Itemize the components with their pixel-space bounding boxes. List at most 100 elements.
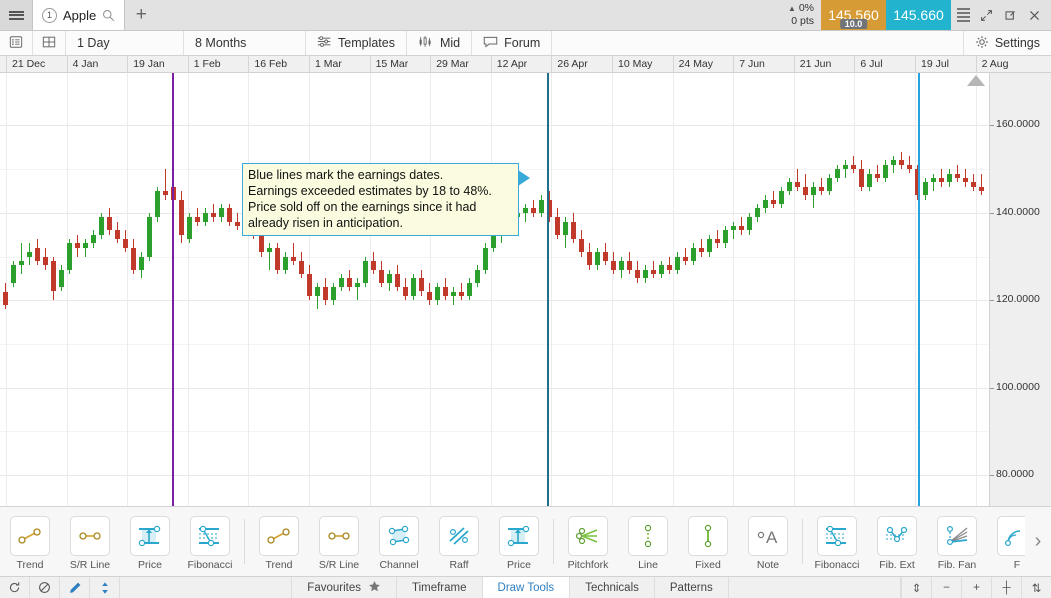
price-axis[interactable]: 160.0000 140.0000 120.0000 100.0000 80.0000 <box>989 73 1051 506</box>
chart-area[interactable]: Blue lines mark the earnings dates. Earn… <box>0 73 1051 506</box>
candle-body <box>363 260 368 283</box>
candle-body <box>3 291 8 305</box>
candle-body <box>771 199 776 205</box>
candle-body <box>291 256 296 261</box>
candlestick-plot[interactable] <box>0 73 989 506</box>
candle-body <box>587 252 592 266</box>
ask-price-button[interactable]: 145.660 <box>886 0 951 30</box>
candle-body <box>83 243 88 248</box>
draw-tool-price[interactable]: Price <box>489 507 549 576</box>
draw-tool-fibonacci[interactable]: Fibonacci <box>807 507 867 576</box>
date-tick <box>369 56 371 73</box>
date-label: 19 Jul <box>921 58 950 70</box>
date-tick <box>915 56 916 73</box>
candle-body <box>355 282 360 288</box>
earnings-line-july[interactable] <box>918 73 920 506</box>
draw-tool-fib-ext[interactable]: Fib. Ext <box>867 507 927 576</box>
settings-button[interactable]: Settings <box>962 31 1051 55</box>
price-type-button[interactable]: Mid <box>407 31 473 55</box>
candle-body <box>923 182 928 196</box>
draw-tool-note[interactable]: A Note <box>738 507 798 576</box>
chart-tab-apple[interactable]: 1 Apple <box>33 0 126 30</box>
close-icon[interactable] <box>1023 4 1045 26</box>
status-tab-patterns[interactable]: Patterns <box>655 577 729 598</box>
candle-body <box>675 256 680 270</box>
palette-next-button[interactable]: › <box>1025 507 1051 576</box>
scale-vertical-icon[interactable]: ⇅ <box>1021 577 1051 598</box>
main-menu-button[interactable] <box>0 0 33 30</box>
annotation-line-1: Blue lines mark the earnings dates. <box>248 168 444 182</box>
grid-layout-button[interactable] <box>33 31 66 55</box>
candle-body <box>467 282 472 296</box>
purple-marker-line[interactable] <box>172 73 174 506</box>
candle-body <box>979 186 984 191</box>
status-tab-timeframe[interactable]: Timeframe <box>397 577 483 598</box>
horizontal-gridline <box>0 475 989 477</box>
draw-tool-s-r-line[interactable]: S/R Line <box>60 507 120 576</box>
candle-body <box>523 208 528 213</box>
candle-body <box>611 260 616 270</box>
candle-body <box>323 287 328 301</box>
refresh-button[interactable] <box>0 577 30 598</box>
status-tab-technicals[interactable]: Technicals <box>570 577 655 598</box>
range-selector[interactable]: 8 Months <box>184 31 306 55</box>
date-tick <box>248 56 250 73</box>
draw-tool-fib-fan[interactable]: Fib. Fan <box>927 507 987 576</box>
draw-tool-raff[interactable]: Raff <box>429 507 489 576</box>
list-view-button[interactable] <box>0 31 33 55</box>
forum-button[interactable]: Forum <box>472 31 553 55</box>
candle-body <box>651 269 656 274</box>
draw-tools-palette[interactable]: Trend S/R Line Price Fibonacci Trend S/R Line… <box>0 506 1051 576</box>
earnings-line-april[interactable] <box>547 73 549 506</box>
fit-vertical-icon[interactable]: ⇕ <box>901 577 931 598</box>
draw-tool-trend[interactable]: Trend <box>0 507 60 576</box>
candle-wick <box>293 243 294 266</box>
pitchfork-icon <box>568 515 608 556</box>
status-tab-favourites[interactable]: Favourites <box>292 577 397 598</box>
candle-body <box>275 247 280 270</box>
draw-tool-line[interactable]: Line <box>618 507 678 576</box>
date-label: 24 May <box>678 58 714 70</box>
zoom-in-icon[interactable]: + <box>961 577 991 598</box>
candle-body <box>259 234 264 253</box>
change-percent: 0% <box>798 1 814 14</box>
zoom-out-icon[interactable]: − <box>931 577 961 598</box>
menu-icon[interactable] <box>957 8 970 22</box>
draw-tool-fibonacci[interactable]: Fibonacci <box>180 507 240 576</box>
candle-body <box>795 182 800 187</box>
candle-body <box>91 234 96 244</box>
candle-body <box>43 256 48 266</box>
bid-price-button[interactable]: 145.560 10.0 <box>821 0 886 30</box>
timeframe-selector[interactable]: 1 Day <box>66 31 184 55</box>
disable-drawing-button[interactable] <box>30 577 60 598</box>
crosshair-icon[interactable]: ┼ <box>991 577 1021 598</box>
star-icon[interactable] <box>368 580 381 596</box>
ask-price: 145.660 <box>893 7 944 23</box>
price-tick <box>990 300 994 302</box>
draw-tool-fixed[interactable]: Fixed <box>678 507 738 576</box>
expand-icon[interactable] <box>975 4 997 26</box>
date-axis[interactable]: 21 Dec 4 Jan 19 Jan 1 Feb 16 Feb 1 Mar 15 Mar 2… <box>0 56 1051 73</box>
restore-icon[interactable] <box>999 4 1021 26</box>
horizontal-gridline-minor <box>0 343 989 345</box>
search-icon[interactable] <box>102 9 115 22</box>
draw-tool-price[interactable]: Price <box>120 507 180 576</box>
draw-tool-s-r-line[interactable]: S/R Line <box>309 507 369 576</box>
add-tab-button[interactable]: + <box>125 0 157 30</box>
templates-label: Templates <box>338 36 395 50</box>
draw-tool-trend[interactable]: Trend <box>249 507 309 576</box>
pen-tool-button[interactable] <box>60 577 90 598</box>
chart-toolbar: 1 Day 8 Months Templates Mid Forum Setti… <box>0 31 1051 56</box>
scroll-up-arrow-icon[interactable] <box>967 75 985 86</box>
candle-body <box>531 208 536 213</box>
horizontal-gridline <box>0 387 989 389</box>
templates-button[interactable]: Templates <box>306 31 407 55</box>
sort-updown-button[interactable] <box>90 577 120 598</box>
candle-body <box>331 287 336 301</box>
candle-body <box>875 173 880 178</box>
draw-tool-pitchfork[interactable]: Pitchfork <box>558 507 618 576</box>
status-tab-draw-tools[interactable]: Draw Tools <box>482 577 571 598</box>
draw-tool-channel[interactable]: Channel <box>369 507 429 576</box>
chart-annotation-note[interactable]: Blue lines mark the earnings dates. Earn… <box>242 163 530 236</box>
candle-body <box>219 208 224 218</box>
